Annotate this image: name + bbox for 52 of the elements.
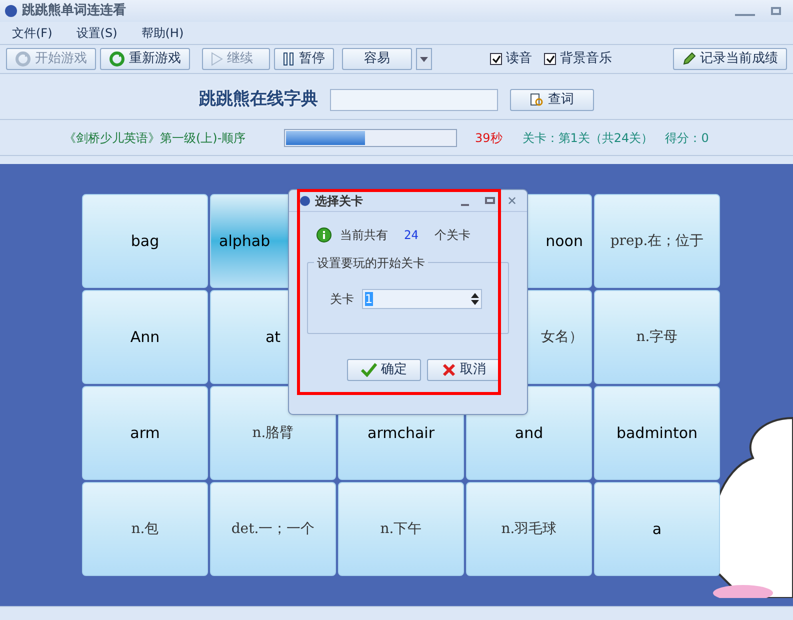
menu-item[interactable]: 设置(S) — [76, 24, 118, 42]
window-title: 跳跳熊单词连连看 — [22, 2, 126, 20]
pause-icon — [283, 52, 295, 66]
menu-item[interactable]: 帮助(H) — [141, 24, 184, 42]
word-card[interactable]: prep.在；位于 — [594, 194, 720, 288]
word-card[interactable]: badminton — [594, 386, 720, 480]
level-count: 24 — [404, 227, 418, 244]
difficulty-dropdown[interactable]: 容易 — [342, 48, 412, 70]
pencil-icon — [682, 52, 696, 66]
level-count-label: 当前共有 — [340, 227, 388, 244]
check-icon — [492, 54, 500, 64]
spin-arrows-icon[interactable] — [471, 292, 479, 306]
search-field[interactable] — [330, 88, 498, 110]
time-remaining: 39秒 — [475, 130, 502, 146]
check-icon — [546, 54, 554, 64]
refresh-icon — [15, 51, 31, 67]
check-icon — [361, 363, 377, 377]
field-value: 1 — [365, 292, 373, 306]
menu-item[interactable]: 文件(F) — [12, 24, 52, 42]
dictionary-title: 跳跳熊在线字典 — [199, 88, 318, 111]
minimize-button[interactable] — [460, 204, 469, 206]
word-card[interactable]: n.羽毛球 — [466, 482, 592, 576]
play-icon — [211, 52, 223, 66]
checkbox-label: 读音 — [506, 50, 532, 68]
score: 得分：0 — [665, 130, 709, 146]
stage-info: 关卡：第1关（共24关） — [522, 130, 654, 146]
record-score-button[interactable]: 记录当前成绩 — [673, 48, 787, 70]
dropdown-caret-icon[interactable] — [416, 48, 432, 70]
info-icon — [316, 227, 332, 243]
word-card[interactable]: n.字母 — [594, 290, 720, 384]
maximize-button[interactable] — [484, 197, 495, 204]
maximize-button[interactable] — [771, 7, 781, 15]
word-card[interactable]: bag — [82, 194, 208, 288]
word-card[interactable]: a — [594, 482, 720, 576]
toolbar-button[interactable]: 暂停 — [274, 48, 334, 70]
word-card[interactable]: Ann — [82, 290, 208, 384]
word-card[interactable]: det.一；一个 — [210, 482, 336, 576]
group-label: 设置要玩的开始关卡 — [314, 254, 428, 272]
cancel-button[interactable]: 取消 — [427, 359, 501, 381]
checkbox-label: 背景音乐 — [560, 50, 612, 68]
word-card[interactable]: n.下午 — [338, 482, 464, 576]
cross-icon — [442, 363, 456, 377]
word-card[interactable]: arm — [82, 386, 208, 480]
checkbox[interactable] — [544, 53, 556, 65]
checkbox[interactable] — [490, 53, 502, 65]
book-title: 《剑桥少儿英语》第一级(上)-顺序 — [64, 130, 247, 146]
toolbar-button[interactable]: 重新游戏 — [100, 48, 190, 70]
ok-button[interactable]: 确定 — [347, 359, 421, 381]
search-icon — [530, 92, 544, 106]
word-card[interactable]: n.包 — [82, 482, 208, 576]
refresh-icon — [109, 51, 125, 67]
search-button[interactable]: 查词 — [510, 88, 594, 110]
